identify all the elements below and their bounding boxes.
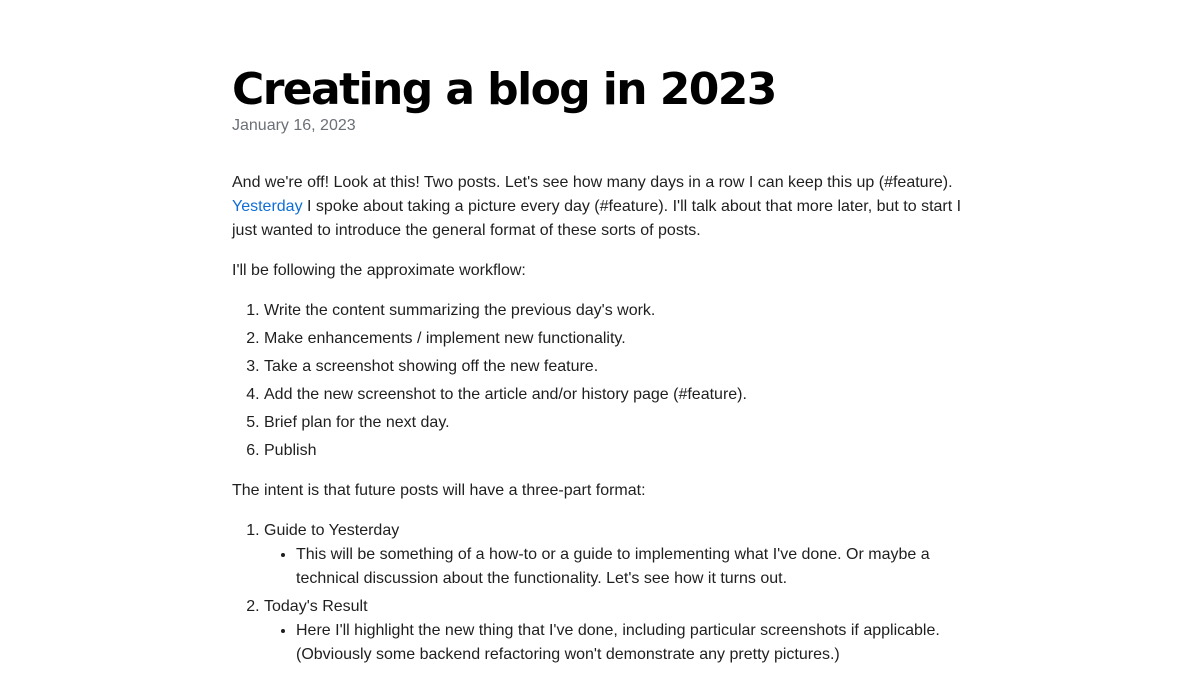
list-item: Make enhancements / implement new functi… [264, 327, 972, 351]
intro-paragraph: And we're off! Look at this! Two posts. … [232, 171, 972, 243]
format-list: Guide to Yesterday This will be somethin… [232, 519, 972, 667]
intro-text-part1: And we're off! Look at this! Two posts. … [232, 174, 953, 191]
blog-article: Creating a blog in 2023 January 16, 2023… [232, 62, 972, 683]
list-item: Today's Result Here I'll highlight the n… [264, 595, 972, 667]
workflow-list: Write the content summarizing the previo… [232, 299, 972, 463]
list-item: Here I'll highlight the new thing that I… [296, 619, 972, 667]
list-item: Add the new screenshot to the article an… [264, 383, 972, 407]
intro-text-part2: I spoke about taking a picture every day… [232, 198, 962, 239]
post-date: January 16, 2023 [232, 117, 356, 134]
post-title: Creating a blog in 2023 [232, 64, 777, 115]
list-item: Brief plan for the next day. [264, 411, 972, 435]
list-item: Take a screenshot showing off the new fe… [264, 355, 972, 379]
list-item: Guide to Yesterday This will be somethin… [264, 519, 972, 591]
format-part-details: Here I'll highlight the new thing that I… [264, 619, 972, 667]
format-intro: The intent is that future posts will hav… [232, 482, 646, 499]
list-item: This will be something of a how-to or a … [296, 543, 972, 591]
list-item: Publish [264, 439, 972, 463]
post-body: And we're off! Look at this! Two posts. … [232, 171, 972, 667]
format-part-details: This will be something of a how-to or a … [264, 543, 972, 591]
format-part-title: Today's Result [264, 598, 368, 615]
list-item: Write the content summarizing the previo… [264, 299, 972, 323]
format-part-title: Guide to Yesterday [264, 522, 400, 539]
yesterday-link[interactable]: Yesterday [232, 198, 303, 215]
workflow-intro: I'll be following the approximate workfl… [232, 262, 526, 279]
